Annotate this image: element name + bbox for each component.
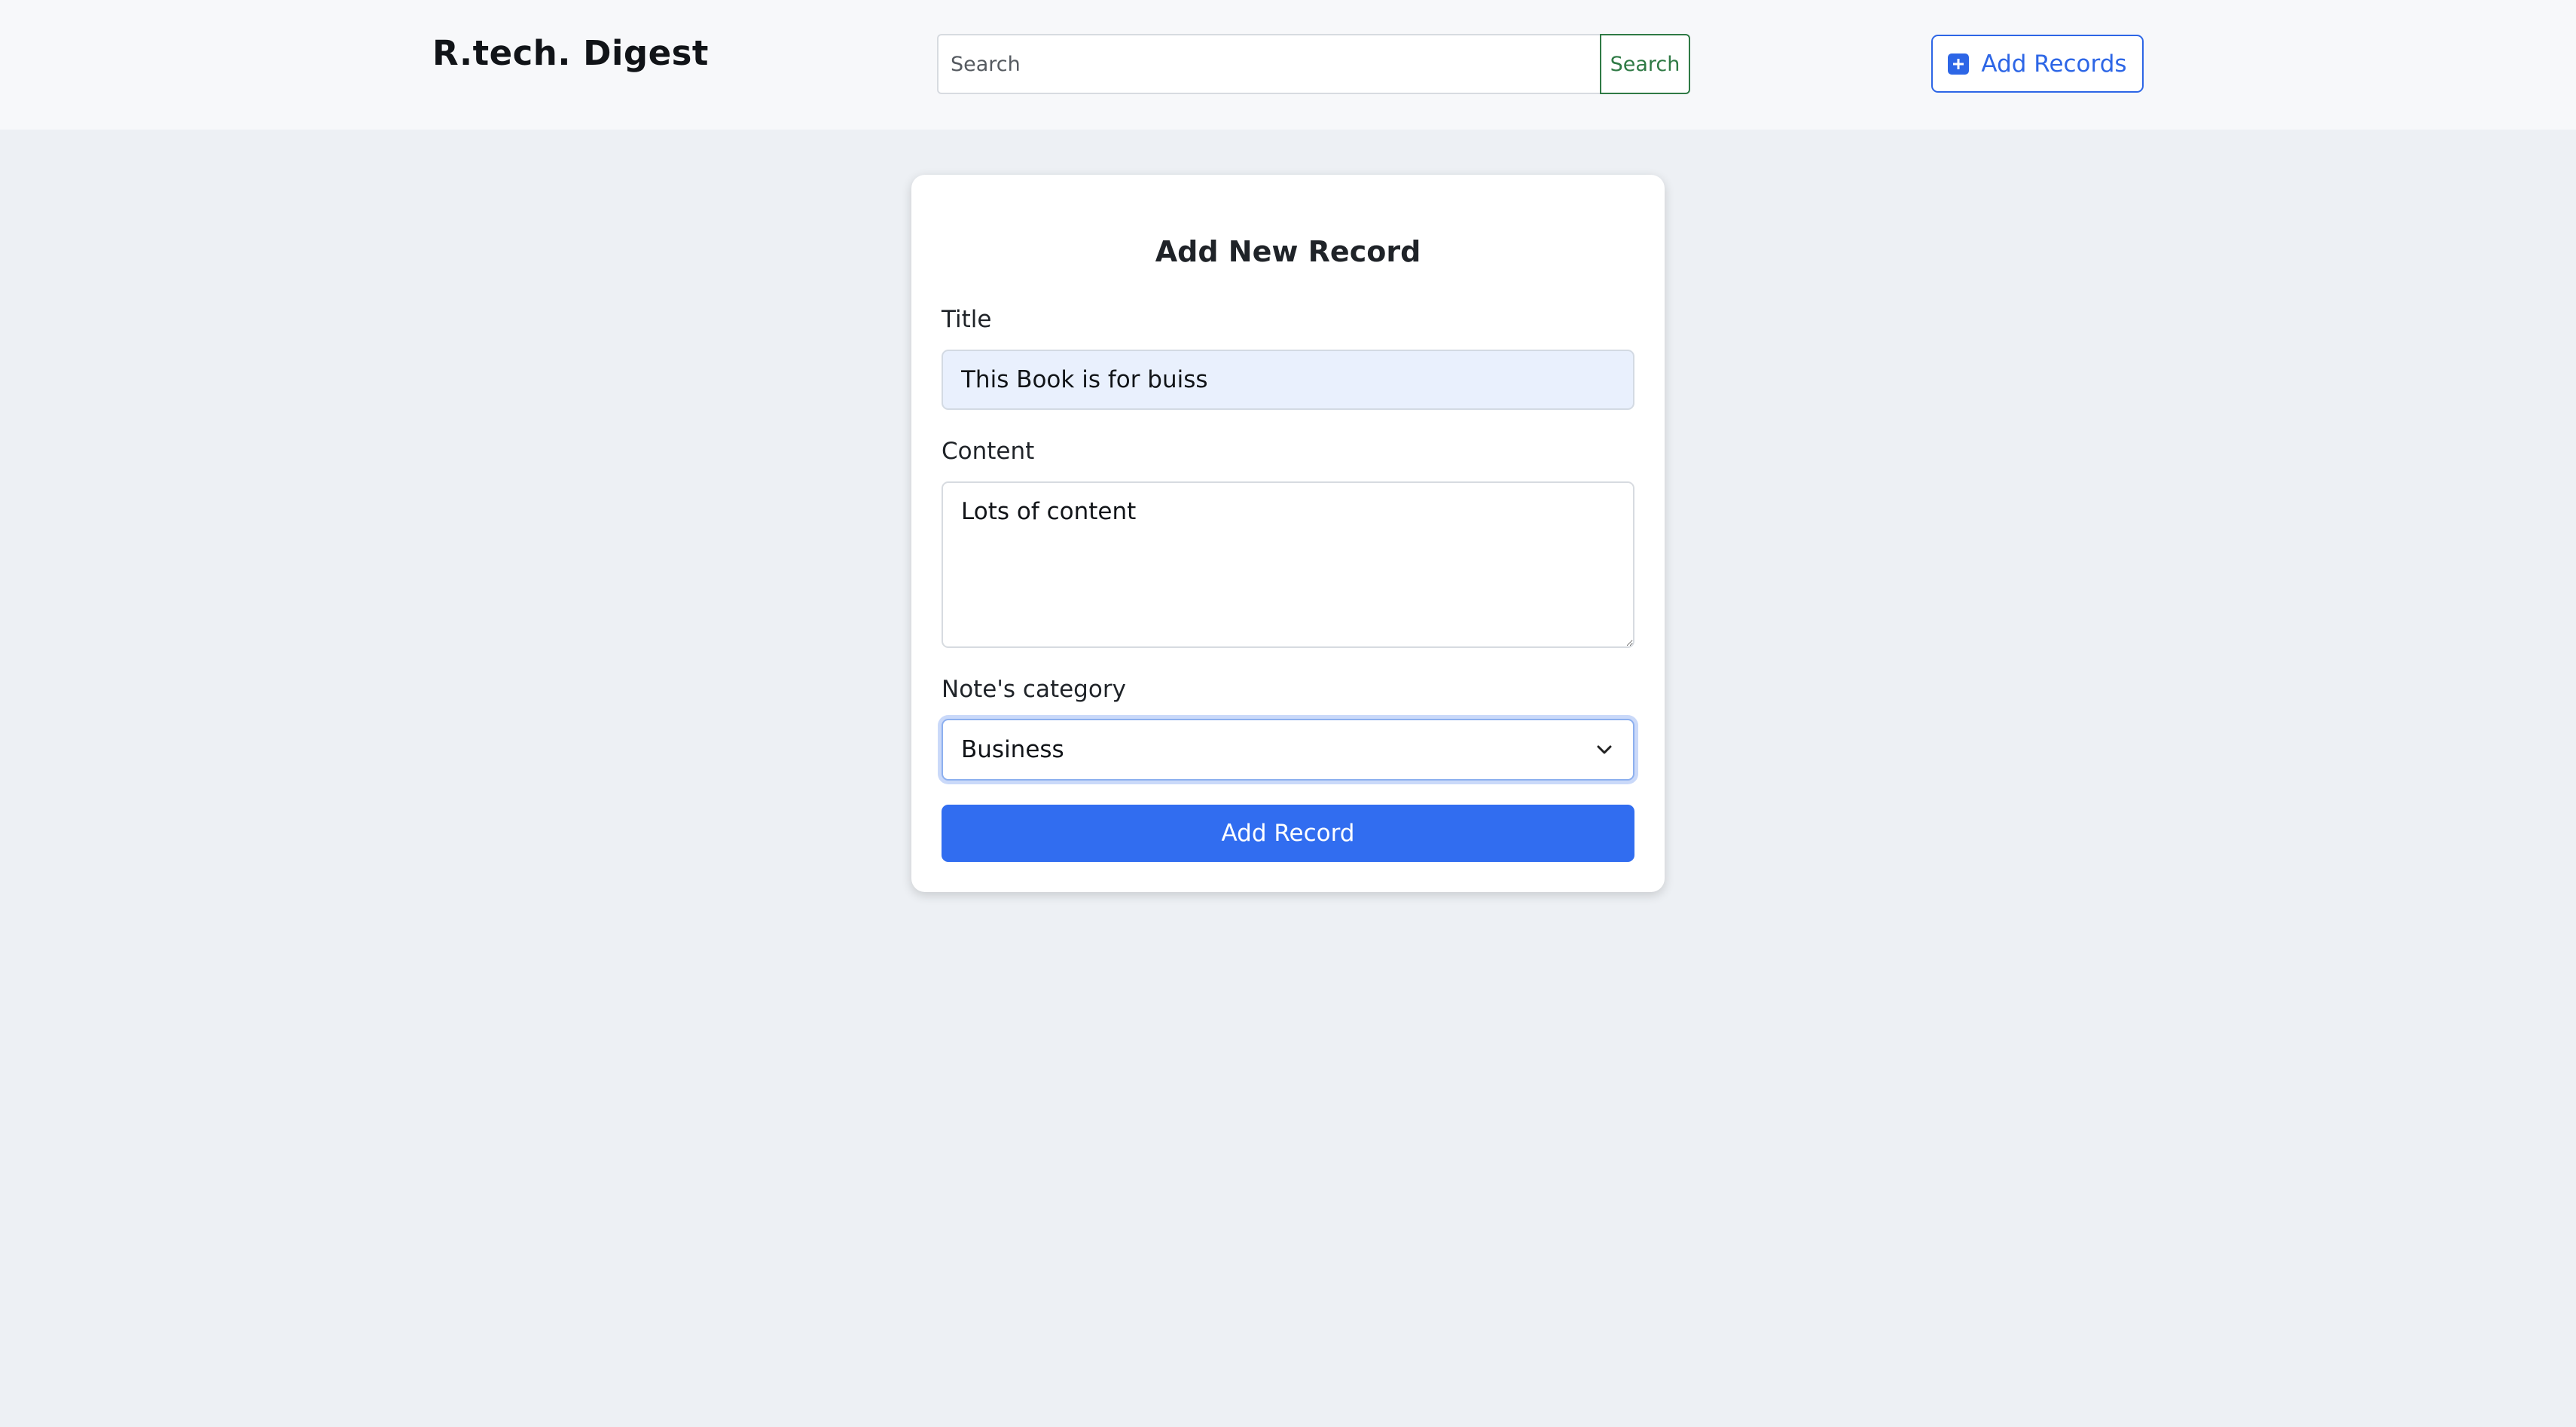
category-select[interactable]: Business <box>942 719 1634 781</box>
plus-square-icon <box>1948 53 1970 75</box>
add-records-button[interactable]: Add Records <box>1931 35 2144 93</box>
content-label: Content <box>942 438 1035 465</box>
add-records-label: Add Records <box>1981 50 2127 78</box>
brand-logo[interactable]: R.tech. Digest <box>432 33 709 73</box>
chevron-down-icon <box>1594 739 1615 760</box>
title-field[interactable] <box>942 350 1634 410</box>
search-input[interactable] <box>937 34 1601 94</box>
add-record-card: Add New Record Title Content Lots of con… <box>911 175 1665 892</box>
search-button[interactable]: Search <box>1600 34 1690 94</box>
category-label: Note's category <box>942 676 1126 703</box>
add-record-button[interactable]: Add Record <box>942 805 1634 862</box>
form-title: Add New Record <box>1155 235 1421 268</box>
navbar: R.tech. Digest Search Add Records <box>0 0 2576 130</box>
title-label: Title <box>942 306 992 333</box>
category-selected-value: Business <box>961 736 1064 763</box>
content-textarea[interactable]: Lots of content <box>942 481 1634 648</box>
